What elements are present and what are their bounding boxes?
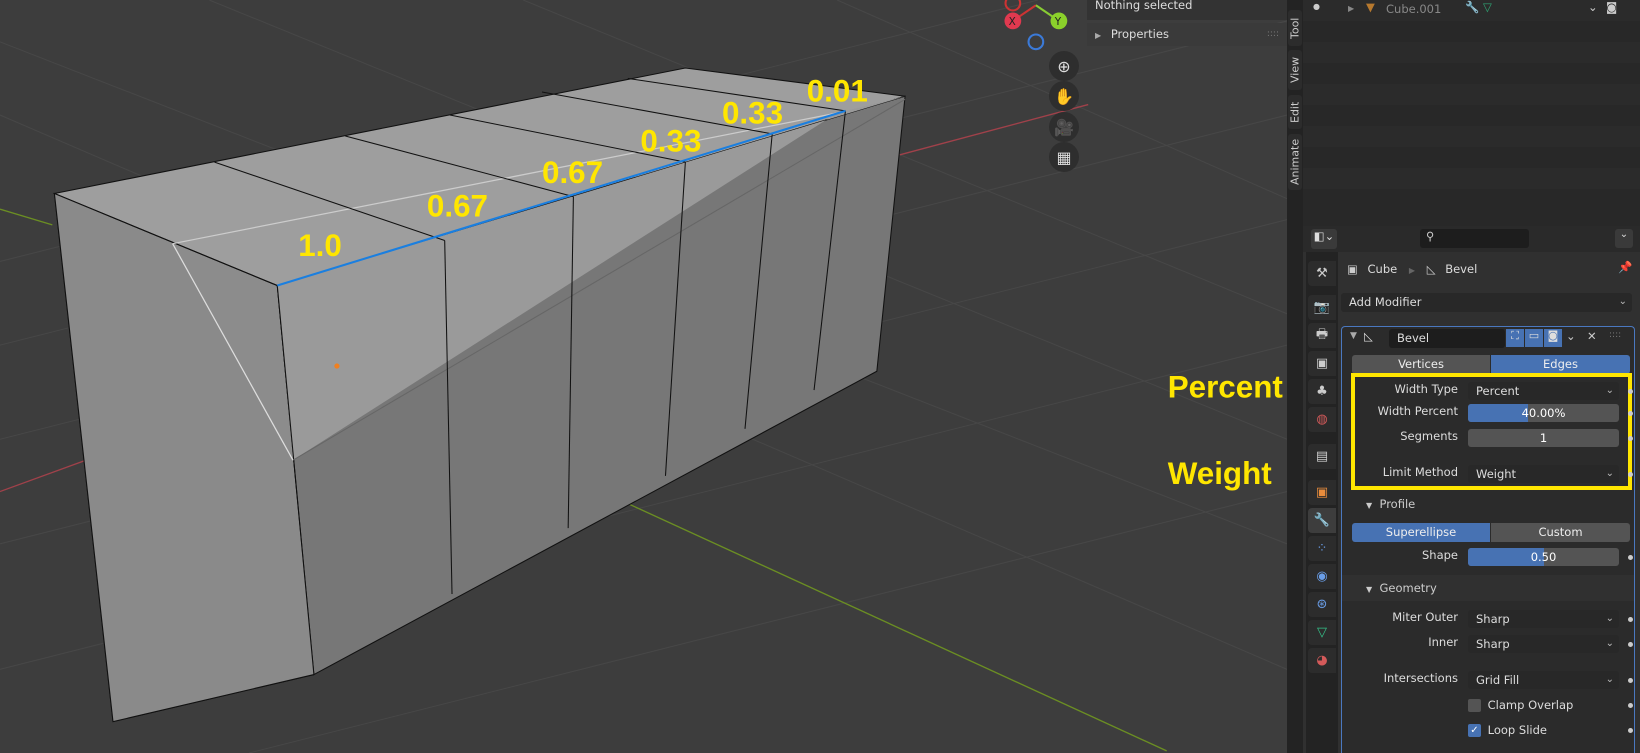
inner-label: Inner <box>1428 635 1458 649</box>
tab-vertices[interactable]: Vertices <box>1352 355 1490 374</box>
weight-label: 0.33 <box>640 124 701 159</box>
3d-viewport[interactable]: 1.0 0.67 0.67 0.33 0.33 0.01 Percent Wei… <box>0 0 1287 753</box>
properties-panel-header[interactable]: ▶ Properties :::: <box>1087 23 1287 46</box>
tab-edit[interactable]: Edit <box>1288 95 1302 129</box>
pin-icon[interactable]: 📌 <box>1618 260 1632 274</box>
width-type-dropdown[interactable]: Percent ⌄ <box>1468 382 1619 400</box>
modifier-name-input[interactable]: Bevel <box>1389 329 1505 348</box>
output-icon[interactable]: 🖶 <box>1308 323 1336 348</box>
geometry-section-header[interactable]: ▼ Geometry <box>1366 581 1437 595</box>
intersections-dropdown[interactable]: Grid Fill ⌄ <box>1468 671 1619 689</box>
bevel-icon: ◺ <box>1426 262 1436 276</box>
miter-outer-dropdown[interactable]: Sharp ⌄ <box>1468 610 1619 628</box>
loop-slide-checkbox[interactable]: ✓ Loop Slide <box>1468 722 1547 738</box>
expand-arrow-icon[interactable]: ▶ <box>1348 4 1354 13</box>
render-camera-icon[interactable]: ◙ <box>1606 0 1617 14</box>
mesh-object-icon: ▼ <box>1366 0 1375 14</box>
width-percent-slider[interactable]: 40.00% <box>1468 404 1619 422</box>
editor-type-icon[interactable]: ◧⌄ <box>1311 229 1337 249</box>
modifier-wrench-icon[interactable]: 🔧 <box>1308 508 1336 533</box>
inner-miter-dropdown[interactable]: Sharp ⌄ <box>1468 635 1619 653</box>
weight-label: 0.33 <box>722 95 783 130</box>
profile-section-header[interactable]: ▼ Profile <box>1366 497 1415 511</box>
nothing-selected-label: Nothing selected <box>1087 0 1287 20</box>
tab-view[interactable]: View <box>1288 50 1302 90</box>
intersections-label: Intersections <box>1383 671 1458 685</box>
add-modifier-dropdown[interactable]: Add Modifier ⌄ <box>1341 293 1632 312</box>
bevel-icon: ◺ <box>1364 329 1373 343</box>
breadcrumb-modifier: Bevel <box>1445 262 1478 276</box>
viewport-display-icon[interactable]: ▭ <box>1525 329 1543 347</box>
tab-tool[interactable]: Tool <box>1288 10 1302 46</box>
options-dropdown[interactable]: ⌄ <box>1615 229 1633 248</box>
clamp-overlap-checkbox[interactable]: Clamp Overlap <box>1468 697 1573 713</box>
weight-label: 0.67 <box>427 188 488 223</box>
segments-field[interactable]: 1 <box>1468 429 1619 447</box>
limit-method-label: Limit Method <box>1382 465 1458 479</box>
percent-annotation: Percent <box>1168 369 1284 404</box>
segments-label: Segments <box>1400 429 1458 443</box>
hand-pan-icon[interactable]: ✋ <box>1049 81 1079 111</box>
chevron-down-icon[interactable]: ⌄ <box>1566 329 1576 343</box>
drag-handle-icon[interactable]: :::: <box>1267 23 1279 46</box>
properties-panel-label: Properties <box>1110 27 1169 41</box>
zoom-icon[interactable]: ⊕ <box>1049 51 1079 81</box>
mesh-data-icon: ▽ <box>1483 0 1492 14</box>
expand-triangle-icon: ▶ <box>1095 31 1102 40</box>
wrench-icon: 🔧 <box>1465 0 1480 14</box>
search-icon: ⚲ <box>1426 229 1435 243</box>
weight-label: 0.67 <box>542 155 603 190</box>
svg-text:X: X <box>1009 16 1016 28</box>
outliner-row[interactable]: ● ▶ ▼ Cube.001 🔧 ▽ ⌄ ◙ <box>1303 0 1640 21</box>
material-icon[interactable]: ◕ <box>1308 648 1336 673</box>
tool-icon[interactable]: ⚒ <box>1308 261 1336 286</box>
profile-custom-button[interactable]: Custom <box>1491 523 1630 542</box>
beveled-box <box>52 67 906 723</box>
gizmo-z-axis <box>1027 33 1045 51</box>
profile-superellipse-button[interactable]: Superellipse <box>1352 523 1490 542</box>
shape-label: Shape <box>1421 548 1458 562</box>
viewport-scene: 1.0 0.67 0.67 0.33 0.33 0.01 Percent Wei… <box>0 0 1287 753</box>
grid-perspective-icon[interactable]: ▦ <box>1049 142 1079 172</box>
shape-slider[interactable]: 0.50 <box>1468 548 1619 566</box>
physics-icon[interactable]: ◉ <box>1308 564 1336 589</box>
width-percent-label: Width Percent <box>1377 404 1458 418</box>
object-icon[interactable]: ▣ <box>1308 480 1336 505</box>
render-toggle-icon[interactable]: ◙ <box>1544 329 1562 347</box>
outliner-item-name[interactable]: Cube.001 <box>1386 2 1441 16</box>
properties-editor: ◧⌄ ⚲ ⌄ ⚒ 📷 🖶 ▣ ♣ ◍ ▤ ▣ 🔧 ⁘ ◉ ⊛ ▽ ◕ ▣ Cub… <box>1303 226 1640 753</box>
tab-edges[interactable]: Edges <box>1491 355 1630 374</box>
weight-label: 0.01 <box>807 73 868 108</box>
weight-label: 1.0 <box>298 228 342 263</box>
properties-header: ◧⌄ ⚲ ⌄ <box>1303 226 1640 252</box>
camera-icon[interactable]: 🎥 <box>1049 112 1079 142</box>
width-type-label: Width Type <box>1394 382 1458 396</box>
bevel-modifier-panel: ▼ ◺ Bevel ⛶ ▭ ◙ ⌄ ✕ :::: Vertices Edges … <box>1341 326 1635 753</box>
checkmark-icon: ✓ <box>1468 724 1481 737</box>
weight-annotation: Weight <box>1168 456 1273 491</box>
miter-outer-label: Miter Outer <box>1392 610 1458 624</box>
object-origin <box>334 363 340 369</box>
render-icon[interactable]: 📷 <box>1308 295 1336 320</box>
sidebar-tabs: Tool View Edit Animate <box>1287 0 1303 753</box>
hide-icon[interactable]: ⌄ <box>1588 0 1598 14</box>
view-layer-icon[interactable]: ▣ <box>1308 351 1336 376</box>
search-input[interactable]: ⚲ <box>1420 229 1529 248</box>
close-icon[interactable]: ✕ <box>1587 329 1597 343</box>
svg-text:Y: Y <box>1054 16 1062 28</box>
navigation-gizmo: X Y <box>1004 0 1068 51</box>
breadcrumb-object: Cube <box>1367 262 1398 276</box>
object-icon: ▣ <box>1347 262 1358 276</box>
limit-method-dropdown[interactable]: Weight ⌄ <box>1468 465 1619 483</box>
edit-mode-toggle-icon[interactable]: ⛶ <box>1506 329 1524 347</box>
outliner[interactable]: ● ▶ ▼ Cube.001 🔧 ▽ ⌄ ◙ <box>1303 0 1640 226</box>
breadcrumb: ▣ Cube ▶ ◺ Bevel <box>1347 262 1478 276</box>
tab-animate[interactable]: Animate <box>1288 134 1302 190</box>
drag-handle-icon[interactable]: :::: <box>1609 330 1621 340</box>
collapse-triangle-icon[interactable]: ▼ <box>1350 331 1357 341</box>
